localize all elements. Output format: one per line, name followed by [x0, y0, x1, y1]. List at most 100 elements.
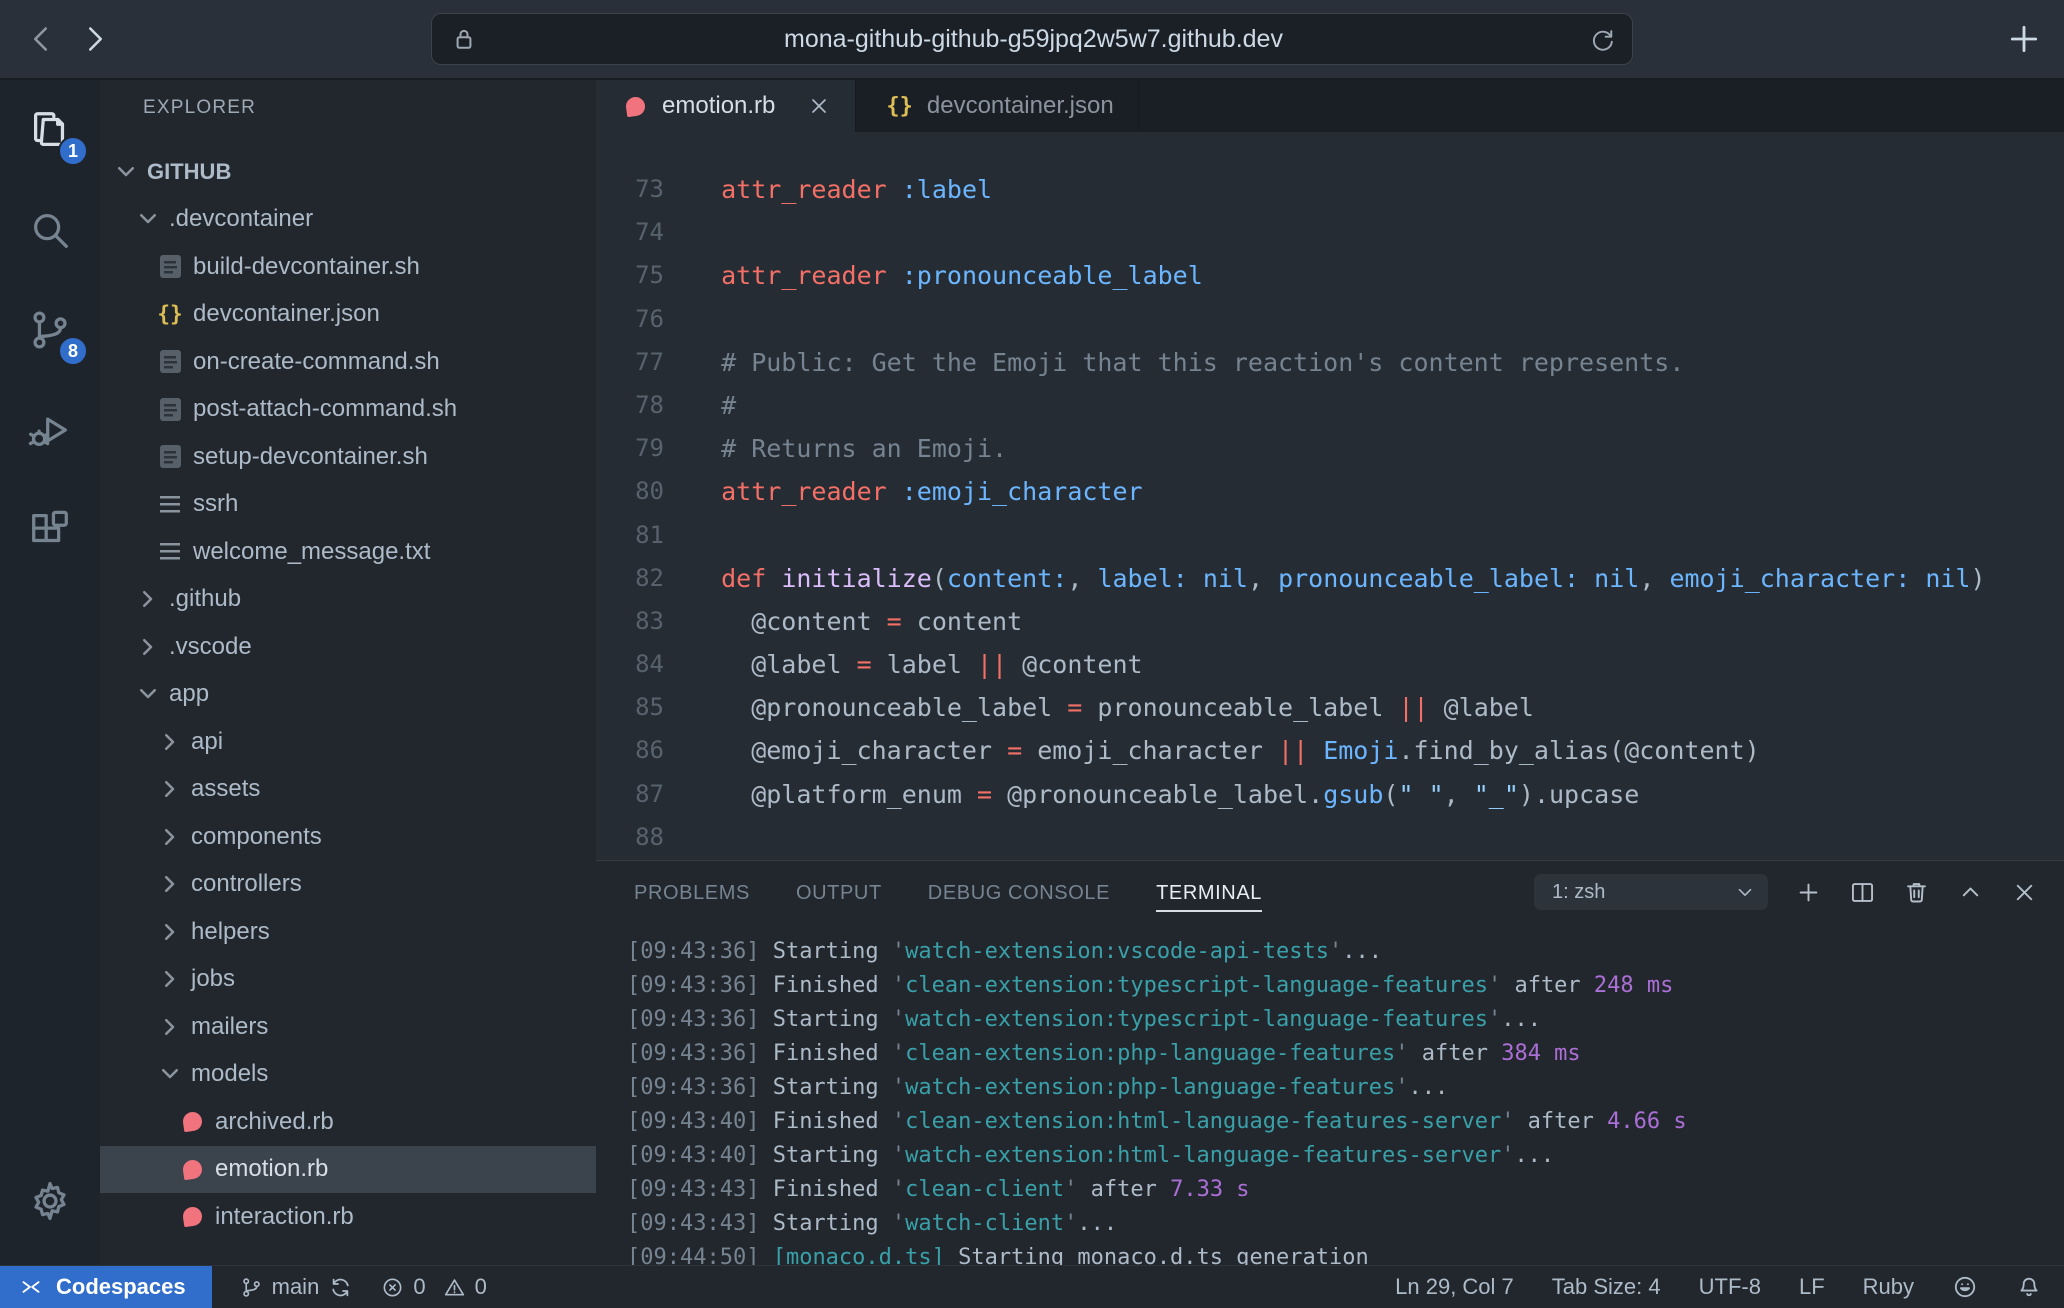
branch-indicator[interactable]: main [240, 1274, 354, 1300]
language-mode[interactable]: Ruby [1863, 1274, 1914, 1300]
refresh-icon[interactable] [1589, 26, 1616, 53]
tree-item-.github[interactable]: .github [100, 576, 596, 624]
line-number: 77 [596, 341, 664, 384]
tree-item-.vscode[interactable]: .vscode [100, 623, 596, 671]
tree-item-ssrh[interactable]: ssrh [100, 481, 596, 529]
tree-item-label: post-attach-command.sh [193, 395, 457, 423]
code-text: @content = content [664, 600, 1022, 643]
tree-item-models[interactable]: models [100, 1051, 596, 1099]
code-text [664, 816, 691, 859]
shell-script-file-icon [158, 350, 182, 373]
tree-item-emotion.rb[interactable]: emotion.rb [100, 1146, 596, 1194]
code-line: 87 @platform_enum = @pronounceable_label… [596, 773, 2064, 816]
tree-item-app[interactable]: app [100, 671, 596, 719]
warning-count: 0 [475, 1274, 487, 1300]
line-number: 73 [596, 168, 664, 211]
cursor-position[interactable]: Ln 29, Col 7 [1395, 1274, 1514, 1300]
new-tab-icon[interactable] [2004, 19, 2044, 59]
code-text: @pronounceable_label = pronounceable_lab… [664, 686, 1534, 729]
tree-item-assets[interactable]: assets [100, 766, 596, 814]
tree-item-post-attach-command.sh[interactable]: post-attach-command.sh [100, 386, 596, 434]
code-text: @platform_enum = @pronounceable_label.gs… [664, 773, 1639, 816]
explorer-sidebar: EXPLORER GITHUB .devcontainer build-devcon… [100, 80, 596, 1265]
chevron-right [158, 920, 182, 944]
tree-item-.devcontainer[interactable]: .devcontainer [100, 196, 596, 244]
maximize-panel-icon[interactable] [1957, 879, 1984, 906]
code-text [664, 514, 691, 557]
code-editor[interactable]: 73 attr_reader :label7475 attr_reader :p… [596, 132, 2064, 860]
tree-item-label: models [191, 1060, 268, 1088]
tree-item-label: app [169, 680, 209, 708]
tree-item-label: devcontainer.json [193, 300, 380, 328]
close-panel-icon[interactable] [2011, 879, 2038, 906]
tree-item-welcome_message.txt[interactable]: welcome_message.txt [100, 528, 596, 576]
terminal-output[interactable]: [09:43:36] Starting 'watch-extension:vsc… [596, 923, 2064, 1303]
new-terminal-icon[interactable] [1795, 879, 1822, 906]
tree-item-GITHUB[interactable]: GITHUB [100, 148, 596, 196]
ruby-file-icon [180, 1160, 204, 1179]
line-number: 81 [596, 514, 664, 557]
panel-tab-output[interactable]: OUTPUT [796, 861, 882, 923]
code-text: @emoji_character = emoji_character || Em… [664, 729, 1760, 772]
panel-tab-terminal[interactable]: TERMINAL [1156, 861, 1262, 923]
activity-source-control[interactable]: 8 [0, 280, 100, 380]
code-text: # Public: Get the Emoji that this reacti… [664, 341, 1684, 384]
tree-item-label: .devcontainer [169, 205, 313, 233]
line-number: 88 [596, 816, 664, 859]
codespaces-label: Codespaces [56, 1274, 186, 1300]
tab-emotion.rb[interactable]: emotion.rb [596, 80, 856, 132]
tree-item-build-devcontainer.sh[interactable]: build-devcontainer.sh [100, 243, 596, 291]
code-line: 81 [596, 514, 2064, 557]
terminal-line: [09:43:36] Starting 'watch-extension:vsc… [627, 935, 2064, 969]
code-line: 82 def initialize(content:, label: nil, … [596, 557, 2064, 600]
tree-item-mailers[interactable]: mailers [100, 1003, 596, 1051]
shell-script-file-icon [158, 398, 182, 421]
status-bar: Codespaces main 0 0 Ln 29, Col 7 Tab Siz… [0, 1265, 2064, 1308]
activity-extensions[interactable] [0, 480, 100, 580]
line-number: 82 [596, 557, 664, 600]
code-line: 88 [596, 816, 2064, 859]
activity-search[interactable] [0, 180, 100, 280]
extensions [27, 507, 73, 553]
feedback-smiley-icon[interactable] [1952, 1274, 1978, 1300]
tree-item-on-create-command.sh[interactable]: on-create-command.sh [100, 338, 596, 386]
eol-indicator[interactable]: LF [1799, 1274, 1825, 1300]
encoding[interactable]: UTF-8 [1699, 1274, 1761, 1300]
sync-icon[interactable] [328, 1275, 353, 1300]
tree-item-archived.rb[interactable]: archived.rb [100, 1098, 596, 1146]
back-icon[interactable] [24, 21, 60, 57]
kill-terminal-icon[interactable] [1903, 879, 1930, 906]
sidebar-title: EXPLORER [100, 80, 596, 132]
tree-item-api[interactable]: api [100, 718, 596, 766]
tab-devcontainer.json[interactable]: {}devcontainer.json [856, 80, 1138, 132]
status-right: Ln 29, Col 7 Tab Size: 4 UTF-8 LF Ruby [1395, 1274, 2042, 1300]
line-number: 78 [596, 384, 664, 427]
activity-settings[interactable] [0, 1151, 100, 1251]
terminal-line: [09:43:36] Finished 'clean-extension:typ… [627, 969, 2064, 1003]
tree-item-controllers[interactable]: controllers [100, 861, 596, 909]
notifications-bell-icon[interactable] [2016, 1274, 2042, 1300]
tree-item-label: build-devcontainer.sh [193, 253, 420, 281]
tab-size[interactable]: Tab Size: 4 [1552, 1274, 1661, 1300]
tree-item-jobs[interactable]: jobs [100, 956, 596, 1004]
codespaces-button[interactable]: Codespaces [0, 1266, 212, 1308]
close-tab[interactable] [807, 94, 831, 118]
line-number: 74 [596, 211, 664, 254]
tree-item-helpers[interactable]: helpers [100, 908, 596, 956]
tree-item-interaction.rb[interactable]: interaction.rb [100, 1193, 596, 1241]
tree-item-components[interactable]: components [100, 813, 596, 861]
line-number: 76 [596, 298, 664, 341]
tree-item-devcontainer.json[interactable]: {}devcontainer.json [100, 291, 596, 339]
panel-tab-debug-console[interactable]: DEBUG CONSOLE [928, 861, 1110, 923]
text-file-icon [158, 496, 182, 513]
panel-tab-problems[interactable]: PROBLEMS [634, 861, 750, 923]
tree-item-setup-devcontainer.sh[interactable]: setup-devcontainer.sh [100, 433, 596, 481]
forward-icon[interactable] [76, 21, 112, 57]
problems-indicator[interactable]: 0 0 [381, 1274, 487, 1300]
activity-run-debug[interactable] [0, 380, 100, 480]
split-terminal-icon[interactable] [1849, 879, 1876, 906]
url-bar[interactable]: mona-github-github-g59jpq2w5w7.github.de… [431, 13, 1633, 65]
activity-explorer[interactable]: 1 [0, 80, 100, 180]
tree-item-label: ssrh [193, 490, 238, 518]
terminal-select[interactable]: 1: zsh [1534, 874, 1768, 910]
